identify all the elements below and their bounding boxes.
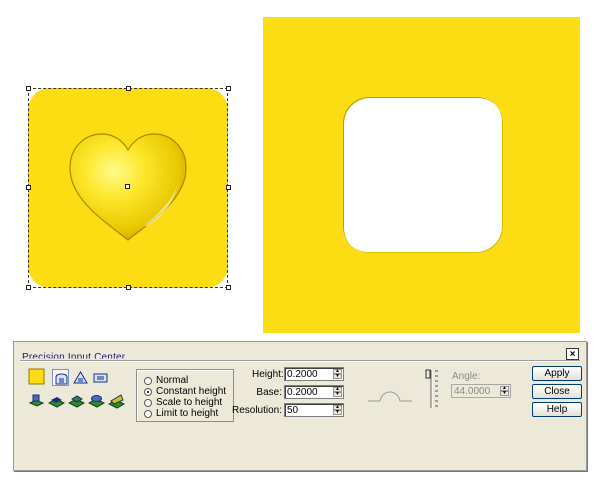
- radio-normal[interactable]: Normal: [144, 375, 188, 386]
- close-button[interactable]: Close: [532, 384, 582, 399]
- precision-input-dialog: Precision Input Center × Normal Constant: [13, 341, 587, 471]
- close-icon[interactable]: ×: [566, 348, 579, 360]
- layer-icon-4[interactable]: [88, 392, 105, 409]
- radio-label: Normal: [156, 375, 189, 386]
- layer-icon-1[interactable]: [28, 392, 45, 409]
- mode-radio-group: Normal Constant height Scale to height L…: [136, 369, 234, 422]
- resize-handle-e[interactable]: [226, 185, 231, 190]
- help-button[interactable]: Help: [532, 402, 582, 417]
- layer-icon-3[interactable]: [68, 392, 85, 409]
- radio-label: Constant height: [156, 386, 227, 397]
- apply-button[interactable]: Apply: [532, 366, 582, 381]
- resolution-label: Resolution:: [231, 405, 282, 416]
- radio-label: Limit to height: [156, 408, 219, 419]
- resize-handle-s[interactable]: [126, 285, 131, 290]
- height-slider[interactable]: [423, 368, 443, 410]
- radio-button[interactable]: [144, 376, 152, 385]
- radio-constant-height[interactable]: Constant height: [144, 386, 226, 397]
- spin-down-icon[interactable]: ▼: [333, 410, 342, 415]
- angle-value: 44.0000: [454, 386, 491, 397]
- angle-spinner[interactable]: 44.0000 ▲ ▼: [451, 384, 511, 398]
- height-spinner[interactable]: 0.2000 ▲ ▼: [284, 367, 344, 381]
- layer-icon-5[interactable]: [108, 392, 125, 409]
- profile-curve-preview: [368, 391, 412, 402]
- resize-handle-nw[interactable]: [26, 86, 31, 91]
- base-label: Base:: [256, 387, 282, 398]
- height-label: Height:: [252, 369, 284, 380]
- dome-shape-icon[interactable]: [52, 369, 69, 386]
- base-value: 0.2000: [287, 387, 318, 398]
- resize-handle-sw[interactable]: [26, 285, 31, 290]
- resolution-spinner[interactable]: 50 ▲ ▼: [284, 403, 344, 417]
- spin-down-icon[interactable]: ▼: [333, 374, 342, 379]
- layer-icon-2[interactable]: [48, 392, 65, 409]
- resize-handle-n[interactable]: [126, 86, 131, 91]
- peak-shape-icon[interactable]: [72, 369, 89, 386]
- radio-label: Scale to height: [156, 397, 223, 408]
- center-handle[interactable]: [125, 184, 130, 189]
- square-frame-object[interactable]: [263, 17, 580, 333]
- square-swatch-icon[interactable]: [28, 368, 45, 385]
- angle-label: Angle:: [452, 371, 481, 382]
- resolution-value: 50: [287, 405, 299, 416]
- bevel-shape-icon[interactable]: [92, 369, 109, 386]
- height-value: 0.2000: [287, 369, 318, 380]
- base-spinner[interactable]: 0.2000 ▲ ▼: [284, 385, 344, 399]
- radio-button-selected[interactable]: [144, 387, 152, 396]
- resize-handle-se[interactable]: [226, 285, 231, 290]
- radio-limit-to-height[interactable]: Limit to height: [144, 408, 218, 419]
- resize-handle-ne[interactable]: [226, 86, 231, 91]
- radio-scale-to-height[interactable]: Scale to height: [144, 397, 222, 408]
- radio-button[interactable]: [144, 409, 152, 418]
- spin-down-icon[interactable]: ▼: [333, 392, 342, 397]
- resize-handle-w[interactable]: [26, 185, 31, 190]
- title-divider: [20, 360, 580, 362]
- radio-button[interactable]: [144, 398, 152, 407]
- spin-down-icon[interactable]: ▼: [500, 391, 509, 396]
- rounded-cutout: [343, 97, 503, 253]
